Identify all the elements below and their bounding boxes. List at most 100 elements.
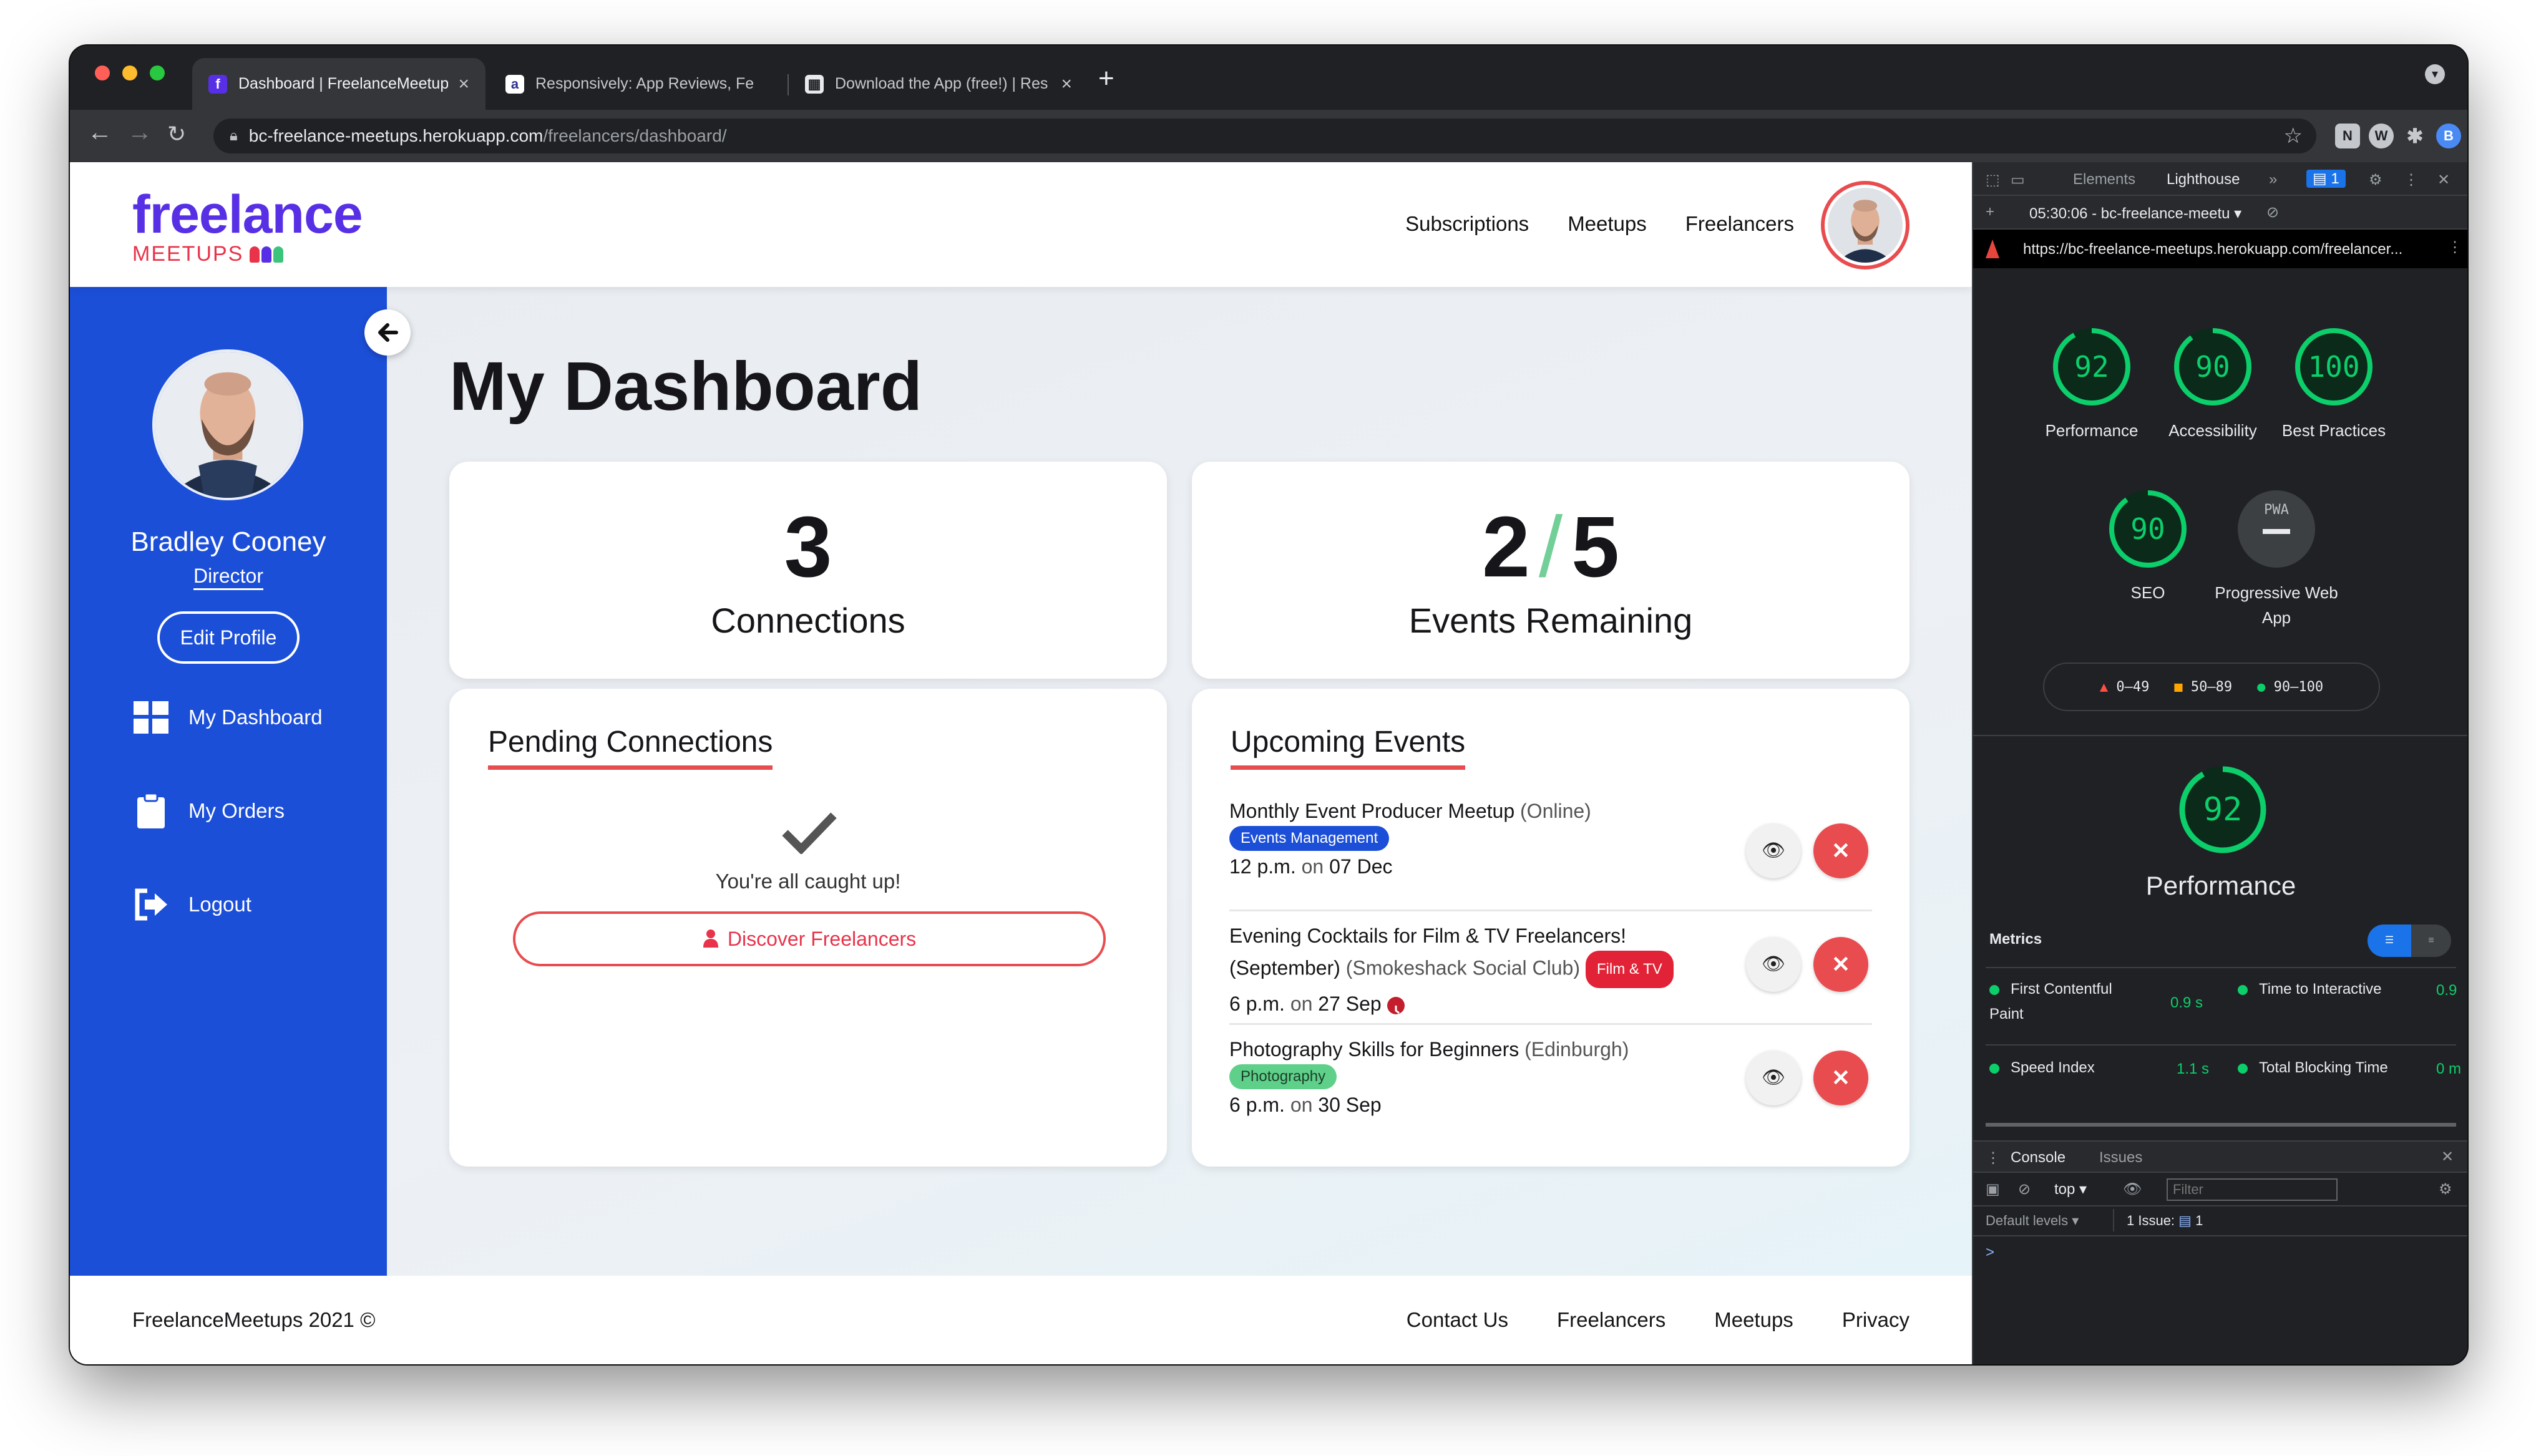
settings-gear-icon[interactable]: ⚙ xyxy=(2369,171,2382,189)
nav-user-avatar[interactable] xyxy=(1821,181,1909,269)
collapse-sidebar-button[interactable] xyxy=(364,309,411,356)
event-title[interactable]: Monthly Event Producer Meetup xyxy=(1229,800,1514,822)
url-path: /freelancers/dashboard/ xyxy=(543,126,727,145)
close-icon: ✕ xyxy=(1831,951,1851,977)
events-remaining-label: Events Remaining xyxy=(1408,601,1693,640)
nav-meetups[interactable]: Meetups xyxy=(1568,212,1647,236)
close-drawer-icon[interactable]: ✕ xyxy=(2441,1148,2454,1166)
browser-tab-dashboard[interactable]: f Dashboard | FreelanceMeetups × xyxy=(192,58,485,110)
footer-link-contact[interactable]: Contact Us xyxy=(1407,1308,1508,1332)
view-event-button[interactable]: 👁︎ xyxy=(1746,937,1801,992)
more-tabs-icon[interactable]: » xyxy=(2269,171,2277,188)
report-url[interactable]: https://bc-freelance-meetups.herokuapp.c… xyxy=(2023,241,2402,258)
browser-window: f Dashboard | FreelanceMeetups × a Respo… xyxy=(70,46,2467,1364)
horizontal-scrollbar[interactable] xyxy=(1986,1123,2456,1127)
device-toggle-icon[interactable]: ▭ xyxy=(2011,171,2025,189)
sidebar-item-my-orders[interactable]: My Orders xyxy=(132,792,285,830)
tab-issues[interactable]: Issues xyxy=(2099,1149,2142,1167)
reload-icon[interactable]: ↻ xyxy=(167,121,186,147)
nav-subscriptions[interactable]: Subscriptions xyxy=(1405,212,1529,236)
close-devtools-icon[interactable]: ✕ xyxy=(2437,171,2450,189)
nav-freelancers[interactable]: Freelancers xyxy=(1685,212,1794,236)
context-select[interactable]: top ▾ xyxy=(2054,1180,2087,1198)
clear-console-icon[interactable]: ⊘ xyxy=(2018,1180,2031,1198)
event-on: on xyxy=(1290,993,1313,1015)
devtools-menu-icon[interactable]: ⋮ xyxy=(2404,171,2419,189)
console-settings-gear-icon[interactable]: ⚙ xyxy=(2439,1180,2452,1198)
levels-dropdown[interactable]: Default levels ▾ xyxy=(1986,1213,2079,1229)
connections-card: 3 Connections xyxy=(449,462,1167,679)
live-expression-eye-icon[interactable]: 👁︎ xyxy=(2123,1180,2142,1198)
tab-search-icon[interactable]: ▾ xyxy=(2425,64,2445,84)
tab-elements[interactable]: Elements xyxy=(2073,171,2135,188)
inspect-element-icon[interactable]: ⬚ xyxy=(1986,171,2000,189)
wordpress-extension-icon[interactable]: W xyxy=(2369,124,2394,148)
event-date: 07 Dec xyxy=(1329,855,1393,878)
report-menu-icon[interactable]: ⋮ xyxy=(2447,238,2462,256)
pwa-badge-text: PWA xyxy=(2264,502,2289,518)
event-item: Evening Cocktails for Film & TV Freelanc… xyxy=(1229,921,1691,1019)
tab-console[interactable]: Console xyxy=(2011,1149,2065,1167)
browser-tab-responsively[interactable]: a Responsively: App Reviews, Fe xyxy=(489,58,789,110)
metrics-view-toggle[interactable]: ☰ ≡ xyxy=(2368,925,2451,957)
forward-icon[interactable]: → xyxy=(127,119,152,147)
discover-freelancers-button[interactable]: Discover Freelancers xyxy=(513,911,1106,966)
freelance-meetups-logo[interactable]: freelance MEETUPS xyxy=(132,188,363,266)
issues-badge[interactable]: ▤ 1 xyxy=(2306,170,2346,188)
event-title[interactable]: Photography Skills for Beginners xyxy=(1229,1038,1519,1060)
footer-link-meetups[interactable]: Meetups xyxy=(1714,1308,1793,1332)
view-event-button[interactable]: 👁︎ xyxy=(1746,1051,1801,1105)
extensions-puzzle-icon[interactable]: ✱ xyxy=(2402,124,2427,148)
view-event-button[interactable]: 👁︎ xyxy=(1746,823,1801,878)
extension-icon[interactable]: N xyxy=(2335,124,2360,148)
bookmark-star-icon[interactable]: ☆ xyxy=(2284,124,2303,148)
compact-view-icon[interactable]: ☰ xyxy=(2368,925,2411,957)
profile-avatar-icon[interactable]: B xyxy=(2436,124,2461,148)
sidebar-item-my-dashboard[interactable]: My Dashboard xyxy=(132,699,323,736)
back-icon[interactable]: ← xyxy=(87,119,112,147)
footer-link-privacy[interactable]: Privacy xyxy=(1842,1308,1909,1332)
gauge-best-practices[interactable]: 100 xyxy=(2293,326,2375,408)
browser-toolbar: ← → ↻ 🔒︎ bc-freelance-meetups.herokuapp.… xyxy=(70,110,2467,162)
issues-counter[interactable]: 1 Issue: ▤ 1 xyxy=(2127,1213,2203,1229)
console-prompt[interactable]: > xyxy=(1986,1244,1994,1261)
sidebar-toggle-icon[interactable]: ▣ xyxy=(1986,1180,2000,1198)
issue-flag-icon: ▤ xyxy=(2178,1213,2192,1228)
drawer-menu-icon[interactable]: ⋮ xyxy=(1986,1149,2001,1167)
legend-pass: ● 90–100 xyxy=(2257,679,2323,695)
eye-icon: 👁︎ xyxy=(1761,840,1786,861)
close-tab-icon[interactable]: × xyxy=(458,74,469,95)
gauge-seo[interactable]: 90 xyxy=(2107,488,2189,570)
remove-event-button[interactable]: ✕ xyxy=(1813,1051,1868,1105)
close-tab-icon[interactable]: × xyxy=(1061,74,1072,95)
event-time: 12 p.m. xyxy=(1229,855,1296,878)
gauge-pwa[interactable]: PWA xyxy=(2235,488,2318,570)
metrics-label: Metrics xyxy=(1989,931,2042,948)
console-filter-input[interactable] xyxy=(2167,1178,2338,1201)
tab-lighthouse[interactable]: Lighthouse xyxy=(2162,171,2244,198)
list-view-icon[interactable]: ≡ xyxy=(2411,925,2451,957)
new-report-icon[interactable]: + xyxy=(1986,203,1994,221)
minimize-window-button[interactable] xyxy=(122,66,137,80)
sidebar-item-label: My Dashboard xyxy=(188,706,323,729)
address-bar[interactable]: 🔒︎ bc-freelance-meetups.herokuapp.com/fr… xyxy=(213,119,2316,153)
sidebar-item-logout[interactable]: Logout xyxy=(132,886,251,923)
gauge-accessibility[interactable]: 90 xyxy=(2172,326,2254,408)
remove-event-button[interactable]: ✕ xyxy=(1813,937,1868,992)
new-tab-icon[interactable]: + xyxy=(1098,63,1114,94)
close-window-button[interactable] xyxy=(95,66,110,80)
browser-tab-download[interactable]: ▦ Download the App (free!) | Res × xyxy=(789,58,1088,110)
close-icon: ✕ xyxy=(1831,1065,1851,1090)
event-venue: (Online) xyxy=(1520,800,1591,822)
zoom-window-button[interactable] xyxy=(150,66,165,80)
console-drawer-tabs: ⋮ Console Issues ✕ xyxy=(1973,1140,2467,1173)
context-value: top xyxy=(2054,1181,2075,1198)
metrics-divider xyxy=(1986,1044,2456,1046)
gauge-performance[interactable]: 92 xyxy=(2051,326,2133,408)
remove-event-button[interactable]: ✕ xyxy=(1813,823,1868,878)
report-select[interactable]: 05:30:06 - bc-freelance-meetu ▾ xyxy=(2029,205,2241,223)
edit-profile-button[interactable]: Edit Profile xyxy=(157,611,300,664)
footer-link-freelancers[interactable]: Freelancers xyxy=(1557,1308,1665,1332)
clear-icon[interactable]: ⊘ xyxy=(2266,203,2279,221)
profile-name: Bradley Cooney xyxy=(130,527,326,557)
